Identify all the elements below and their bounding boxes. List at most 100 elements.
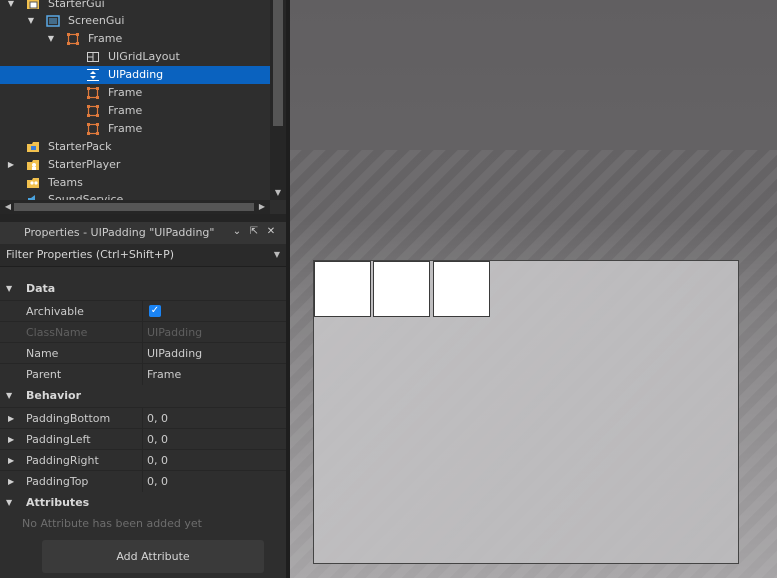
tree-item-frame[interactable]: Frame (0, 120, 270, 138)
tree-item-label: UIGridLayout (108, 50, 180, 63)
column-divider (142, 322, 143, 343)
collapse-arrow-icon[interactable]: ▼ (6, 492, 12, 513)
category-label: Data (26, 282, 56, 295)
property-value[interactable]: 0, 0 (147, 450, 168, 471)
tree-item-label: Teams (48, 176, 83, 189)
collapse-arrow-icon[interactable]: ▼ (6, 278, 12, 299)
starter-pack-icon (26, 140, 40, 154)
tree-item-label: Frame (108, 122, 143, 135)
ui-grid-layout-icon (86, 50, 100, 64)
tree-item-label: UIPadding (108, 68, 164, 81)
tree-item-frame[interactable]: Frame (0, 84, 270, 102)
expand-arrow-icon[interactable]: ▶ (6, 156, 16, 174)
tree-item-uipadding[interactable]: UIPadding (0, 66, 270, 84)
filter-properties-field[interactable]: Filter Properties (Ctrl+Shift+P) ▼ (0, 244, 286, 267)
expand-arrow-icon[interactable]: ▶ (8, 450, 14, 471)
tree-item-label: Frame (108, 104, 143, 117)
scrollbar-thumb[interactable] (14, 203, 254, 211)
dropdown-arrow-icon[interactable]: ▼ (274, 244, 280, 266)
frame-icon (86, 122, 100, 136)
property-name: Archivable (26, 305, 84, 318)
column-divider (142, 429, 143, 450)
property-name: PaddingRight (26, 454, 99, 467)
column-divider (142, 408, 143, 429)
property-row-name[interactable]: Name UIPadding (0, 342, 286, 364)
archivable-checkbox[interactable]: ✓ (149, 305, 161, 317)
property-name: PaddingLeft (26, 433, 91, 446)
tree-item-label: StarterPlayer (48, 158, 121, 171)
expand-arrow-icon[interactable]: ▶ (8, 471, 14, 492)
tree-item-frame[interactable]: Frame (0, 102, 270, 120)
property-row-paddingbottom[interactable]: ▶ PaddingBottom 0, 0 (0, 407, 286, 429)
tree-item-label: ScreenGui (68, 14, 125, 27)
property-row-archivable[interactable]: Archivable ✓ (0, 300, 286, 322)
game-viewport[interactable] (290, 0, 777, 578)
starter-player-icon (26, 158, 40, 172)
tree-item-soundservice[interactable]: SoundService (0, 191, 270, 200)
starter-gui-icon (26, 0, 40, 11)
property-row-classname: ClassName UIPadding (0, 321, 286, 343)
column-divider (142, 301, 143, 322)
property-value[interactable]: 0, 0 (147, 429, 168, 450)
properties-title: Properties - UIPadding "UIPadding" (24, 226, 215, 239)
scroll-right-icon[interactable]: ▶ (256, 200, 268, 214)
tree-item-teams[interactable]: Teams (0, 174, 270, 192)
property-row-paddingright[interactable]: ▶ PaddingRight 0, 0 (0, 449, 286, 471)
add-attribute-button[interactable]: Add Attribute (42, 540, 264, 573)
property-value[interactable]: 0, 0 (147, 408, 168, 429)
expand-arrow-icon[interactable]: ▼ (26, 12, 36, 30)
tree-item-frame[interactable]: ▼ Frame (0, 30, 270, 48)
grid-cell-frame[interactable] (433, 261, 490, 317)
scrollbar-thumb[interactable] (273, 0, 283, 126)
explorer-horizontal-scrollbar[interactable]: ◀ ▶ (0, 200, 270, 214)
grid-cell-frame[interactable] (373, 261, 430, 317)
chevron-down-icon[interactable]: ⌄ (230, 224, 244, 240)
scroll-down-icon[interactable]: ▼ (270, 188, 286, 198)
property-value: UIPadding (147, 326, 203, 339)
property-value[interactable]: Frame (147, 364, 181, 385)
explorer-panel: ▼ StarterGui ▼ ScreenGui ▼ Frame UIGridL… (0, 0, 286, 214)
category-label: Attributes (26, 496, 90, 509)
property-row-paddingleft[interactable]: ▶ PaddingLeft 0, 0 (0, 428, 286, 450)
properties-title-bar: Properties - UIPadding "UIPadding" ⌄ ⇱ ✕ (0, 222, 286, 244)
tree-item-label: StarterPack (48, 140, 112, 153)
category-data[interactable]: ▼ Data (0, 278, 286, 299)
frame-icon (86, 104, 100, 118)
explorer-vertical-scrollbar[interactable]: ▼ (270, 0, 286, 200)
scroll-left-icon[interactable]: ◀ (2, 200, 14, 214)
tree-item-uigridlayout[interactable]: UIGridLayout (0, 48, 270, 66)
tree-item-screengui[interactable]: ▼ ScreenGui (0, 12, 270, 30)
category-attributes[interactable]: ▼ Attributes (0, 492, 286, 513)
category-label: Behavior (26, 389, 82, 402)
frame-icon (66, 32, 80, 46)
expand-arrow-icon[interactable]: ▶ (8, 429, 14, 450)
properties-panel: Properties - UIPadding "UIPadding" ⌄ ⇱ ✕… (0, 214, 286, 578)
undock-icon[interactable]: ⇱ (247, 224, 261, 240)
column-divider (142, 471, 143, 492)
scrollbar-corner (270, 200, 286, 214)
property-name: PaddingBottom (26, 412, 111, 425)
column-divider (142, 450, 143, 471)
property-row-parent[interactable]: Parent Frame (0, 363, 286, 385)
close-icon[interactable]: ✕ (264, 224, 278, 240)
tree-item-label: Frame (88, 32, 123, 45)
teams-icon (26, 176, 40, 190)
gui-frame-preview[interactable] (313, 260, 739, 564)
property-row-paddingtop[interactable]: ▶ PaddingTop 0, 0 (0, 470, 286, 492)
expand-arrow-icon[interactable]: ▼ (46, 30, 56, 48)
tree-item-starterpack[interactable]: StarterPack (0, 138, 270, 156)
tree-item-starterplayer[interactable]: ▶ StarterPlayer (0, 156, 270, 174)
collapse-arrow-icon[interactable]: ▼ (6, 385, 12, 406)
property-name: PaddingTop (26, 475, 89, 488)
expand-arrow-icon[interactable]: ▶ (8, 408, 14, 429)
category-behavior[interactable]: ▼ Behavior (0, 385, 286, 406)
column-divider (142, 343, 143, 364)
tree-item-label: SoundService (48, 193, 124, 200)
property-value[interactable]: UIPadding (147, 343, 202, 364)
grid-cell-frame[interactable] (314, 261, 371, 317)
property-name: Name (26, 347, 59, 360)
property-name: Parent (26, 368, 62, 381)
column-divider (142, 364, 143, 385)
frame-icon (86, 86, 100, 100)
property-value[interactable]: 0, 0 (147, 471, 168, 492)
